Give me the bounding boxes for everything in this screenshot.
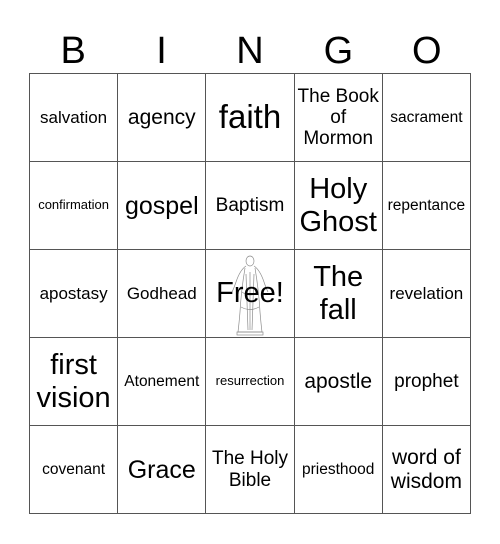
bingo-cell[interactable]: repentance: [382, 162, 471, 250]
bingo-cell[interactable]: Holy Ghost: [294, 162, 383, 250]
bingo-cell[interactable]: prophet: [382, 338, 471, 426]
bingo-cell[interactable]: agency: [118, 74, 207, 162]
bingo-cell[interactable]: The Book of Mormon: [294, 74, 383, 162]
bingo-cell[interactable]: first vision: [30, 338, 119, 426]
free-space-label: Free!: [216, 277, 284, 310]
bingo-cell[interactable]: confirmation: [30, 162, 119, 250]
header-letter-n: N: [236, 30, 264, 72]
header-letter-b: B: [60, 30, 86, 72]
bingo-board: salvation agency faith The Book of Mormo…: [29, 73, 471, 514]
bingo-cell[interactable]: Atonement: [118, 338, 207, 426]
header-letter-i: I: [156, 30, 167, 72]
free-space-cell[interactable]: Free!: [206, 250, 295, 338]
bingo-cell[interactable]: salvation: [30, 74, 119, 162]
bingo-cell[interactable]: word of wisdom: [382, 426, 471, 514]
bingo-cell[interactable]: gospel: [118, 162, 207, 250]
bingo-cell[interactable]: apostle: [294, 338, 383, 426]
header-letter-g: G: [323, 30, 354, 72]
bingo-cell[interactable]: priesthood: [294, 426, 383, 514]
bingo-cell[interactable]: sacrament: [382, 74, 471, 162]
bingo-cell[interactable]: Grace: [118, 426, 207, 514]
bingo-cell[interactable]: revelation: [382, 250, 471, 338]
bingo-cell[interactable]: Godhead: [118, 250, 207, 338]
bingo-cell[interactable]: covenant: [30, 426, 119, 514]
header-letter-o: O: [411, 30, 442, 72]
bingo-cell[interactable]: Baptism: [206, 162, 295, 250]
bingo-cell[interactable]: resurrection: [206, 338, 295, 426]
bingo-cell[interactable]: The Holy Bible: [206, 426, 295, 514]
bingo-cell[interactable]: apostasy: [30, 250, 119, 338]
bingo-cell[interactable]: faith: [206, 74, 295, 162]
bingo-cell[interactable]: The fall: [294, 250, 383, 338]
bingo-header: B I N G O: [29, 30, 471, 72]
